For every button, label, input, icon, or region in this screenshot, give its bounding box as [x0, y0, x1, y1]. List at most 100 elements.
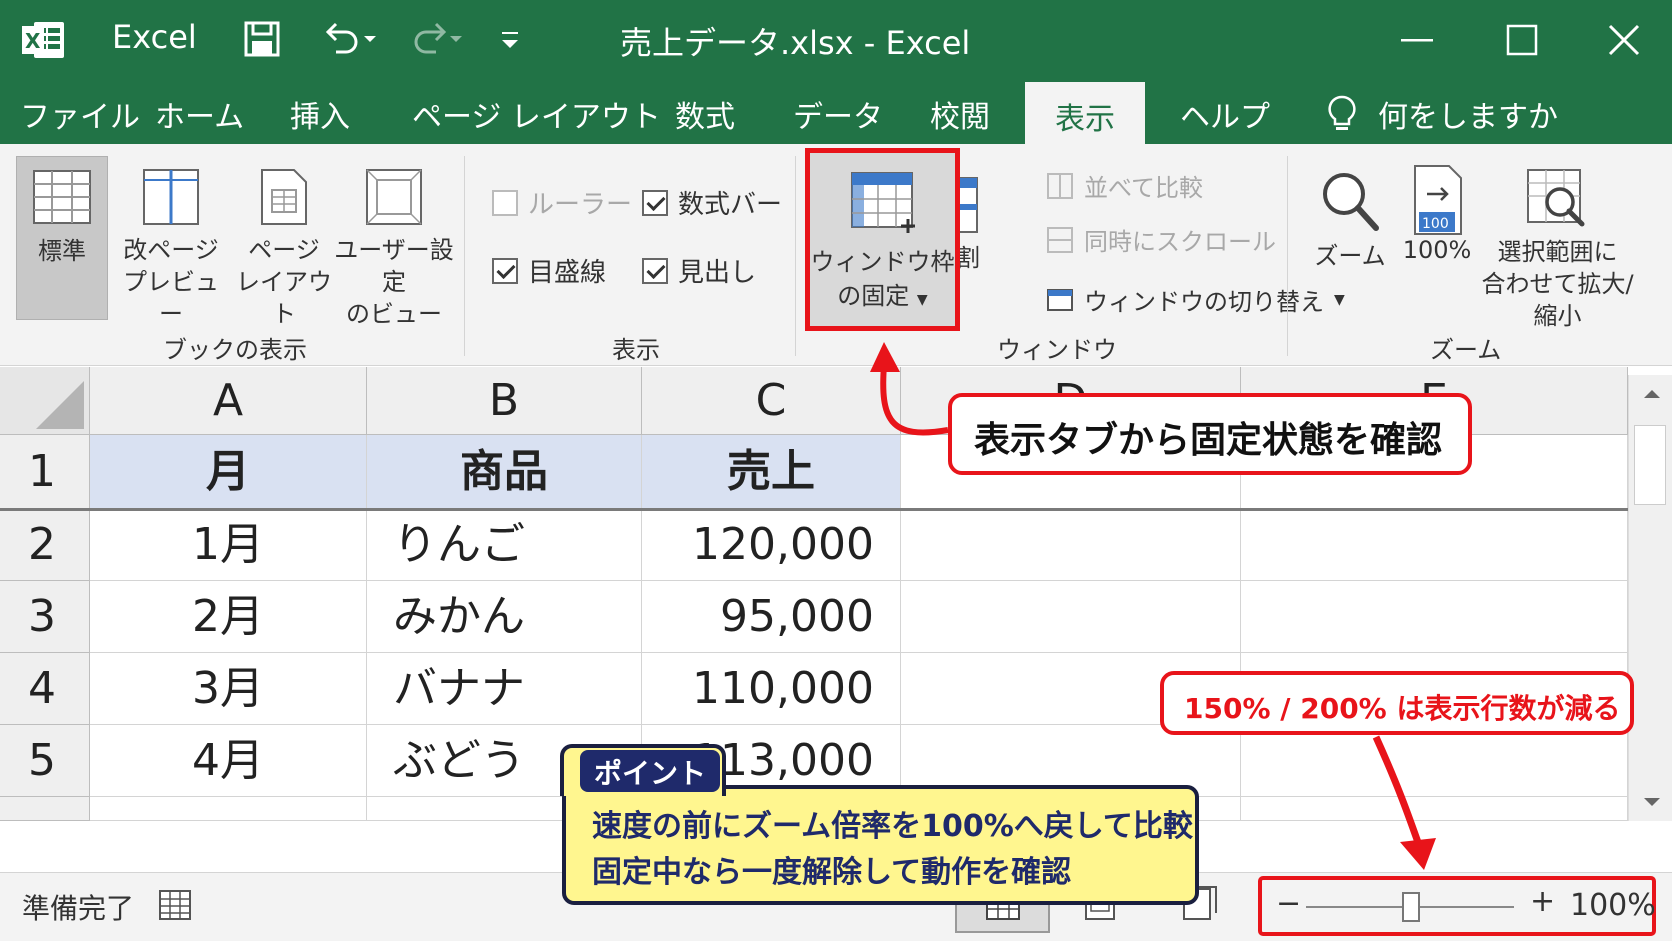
- headings-checkbox[interactable]: 見出し: [642, 252, 756, 289]
- minimize-icon[interactable]: [1395, 18, 1439, 62]
- redo-icon[interactable]: [408, 20, 468, 58]
- tab-view[interactable]: 表示: [1025, 82, 1145, 144]
- tab-formulas[interactable]: 数式: [675, 92, 735, 136]
- customize-qat-icon[interactable]: [498, 22, 522, 56]
- ribbon-tabs: ファイル ホーム 挿入 ページ レイアウト 数式 データ 校閲 表示 ヘルプ 何…: [0, 82, 1672, 144]
- cell-b4[interactable]: バナナ: [367, 653, 642, 725]
- group-label-show: 表示: [612, 336, 660, 364]
- switch-windows-button[interactable]: ウィンドウの切り替え ▼: [1046, 282, 1345, 317]
- svg-text:X: X: [25, 29, 41, 53]
- zoom-selection-label-2: 合わせて拡大/縮小: [1481, 270, 1634, 330]
- cell-c4[interactable]: 110,000: [642, 653, 901, 725]
- tab-data[interactable]: データ: [793, 92, 883, 136]
- zoom-selection-label-1: 選択範囲に: [1497, 238, 1618, 266]
- tab-help[interactable]: ヘルプ: [1180, 92, 1270, 136]
- point-badge: ポイント: [580, 750, 721, 792]
- tab-insert[interactable]: 挿入: [290, 92, 350, 136]
- tab-home[interactable]: ホーム: [155, 92, 244, 136]
- cell-b3[interactable]: みかん: [367, 581, 642, 653]
- cell-c1[interactable]: 売上: [642, 435, 901, 509]
- page-break-label-1: 改ページ: [123, 236, 219, 264]
- cell-b1[interactable]: 商品: [367, 435, 642, 509]
- cell-e2[interactable]: [1241, 509, 1628, 581]
- group-label-workbook-views: ブックの表示: [163, 336, 307, 364]
- zoom-in-button[interactable]: +: [1530, 884, 1555, 919]
- zoom-100-button[interactable]: 100 100%: [1392, 156, 1482, 320]
- normal-grid-icon: [33, 170, 91, 224]
- cell-a2[interactable]: 1月: [90, 509, 367, 581]
- zoom-selection-icon: [1526, 169, 1584, 227]
- cell-a4[interactable]: 3月: [90, 653, 367, 725]
- tell-me-search[interactable]: 何をしますか: [1378, 92, 1558, 136]
- ribbon-separator: [464, 156, 465, 356]
- maximize-icon[interactable]: [1500, 18, 1544, 62]
- zoom-button[interactable]: ズーム: [1310, 156, 1390, 320]
- scroll-down-arrow-icon[interactable]: [1637, 787, 1667, 817]
- undo-icon[interactable]: [322, 20, 382, 58]
- ruler-checkbox[interactable]: ルーラー: [492, 184, 632, 221]
- gridlines-checkbox[interactable]: 目盛線: [492, 252, 606, 289]
- zoom-to-selection-button[interactable]: 選択範囲に 合わせて拡大/縮小: [1470, 156, 1645, 330]
- zoom-100-label: 100%: [1402, 236, 1472, 264]
- row-header-3[interactable]: 3: [0, 581, 90, 653]
- view-side-by-side-button[interactable]: 並べて比較: [1046, 168, 1203, 203]
- cell-a1[interactable]: 月: [90, 435, 367, 509]
- vertical-scrollbar[interactable]: [1628, 375, 1672, 821]
- zoom-out-button[interactable]: −: [1276, 886, 1301, 921]
- save-icon[interactable]: [243, 20, 281, 58]
- tab-review[interactable]: 校閲: [930, 92, 990, 136]
- tab-page-layout[interactable]: ページ レイアウト: [412, 92, 661, 136]
- cell-a3[interactable]: 2月: [90, 581, 367, 653]
- cell-e6[interactable]: [1241, 797, 1628, 821]
- select-all-corner[interactable]: [0, 367, 90, 435]
- lightbulb-icon: [1328, 95, 1356, 130]
- row-header-4[interactable]: 4: [0, 653, 90, 725]
- freeze-panes-icon: [851, 172, 915, 233]
- checkbox-box: [642, 189, 668, 216]
- app-name: Excel: [112, 18, 197, 56]
- tab-file[interactable]: ファイル: [20, 92, 140, 136]
- column-header-b[interactable]: B: [367, 367, 642, 435]
- checkbox-box: [492, 257, 518, 284]
- zoom-percentage[interactable]: 100%: [1570, 888, 1656, 923]
- cell-b2[interactable]: りんご: [367, 509, 642, 581]
- cell-a6[interactable]: [90, 797, 367, 821]
- cell-e3[interactable]: [1241, 581, 1628, 653]
- page-break-preview-button[interactable]: 改ページ プレビュー: [116, 156, 226, 328]
- magnifier-icon: [1323, 173, 1379, 231]
- cell-mode-icon[interactable]: [158, 889, 192, 921]
- document-title: 売上データ.xlsx - Excel: [620, 24, 971, 62]
- cell-c3[interactable]: 95,000: [642, 581, 901, 653]
- sync-scroll-button[interactable]: 同時にスクロール: [1046, 222, 1276, 257]
- custom-views-icon: [366, 169, 422, 225]
- row-header-2[interactable]: 2: [0, 509, 90, 581]
- page-layout-label-2: レイアウト: [236, 268, 332, 328]
- scroll-thumb[interactable]: [1634, 425, 1666, 505]
- normal-view-button[interactable]: 標準: [16, 156, 108, 320]
- zoom-slider-thumb[interactable]: [1402, 892, 1420, 922]
- ribbon-separator: [795, 156, 796, 356]
- column-header-a[interactable]: A: [90, 367, 367, 435]
- row-header-5[interactable]: 5: [0, 725, 90, 797]
- freeze-panes-button[interactable]: ウィンドウ枠 の固定 ▼: [805, 148, 960, 331]
- cell-d3[interactable]: [901, 581, 1241, 653]
- row-header-6[interactable]: [0, 797, 90, 821]
- custom-views-label-2: のビュー: [346, 300, 442, 328]
- scroll-up-arrow-icon[interactable]: [1637, 379, 1667, 409]
- gridlines-label: 目盛線: [528, 258, 607, 288]
- cell-d2[interactable]: [901, 509, 1241, 581]
- zoom-100-badge: 100: [1422, 216, 1449, 232]
- column-header-c[interactable]: C: [642, 367, 901, 435]
- point-line-2: 固定中なら一度解除して動作を確認: [592, 855, 1072, 890]
- ribbon-separator: [1287, 156, 1288, 356]
- row-header-1[interactable]: 1: [0, 435, 90, 509]
- page-layout-label-1: ページ: [248, 236, 320, 264]
- formula-bar-checkbox[interactable]: 数式バー: [642, 184, 782, 221]
- page-layout-view-button[interactable]: ページ レイアウト: [230, 156, 338, 328]
- close-icon[interactable]: [1602, 18, 1646, 62]
- cell-a5[interactable]: 4月: [90, 725, 367, 797]
- cell-c2[interactable]: 120,000: [642, 509, 901, 581]
- cell-e5[interactable]: [1241, 725, 1628, 797]
- custom-views-button[interactable]: ユーザー設定 のビュー: [334, 156, 454, 328]
- sync-scroll-label: 同時にスクロール: [1084, 228, 1276, 256]
